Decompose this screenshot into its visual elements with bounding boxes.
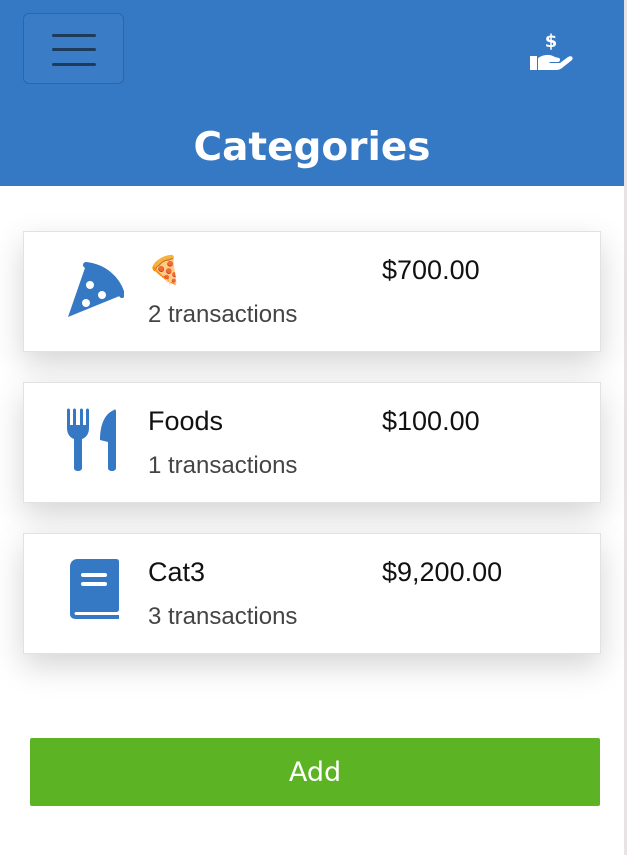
category-amount: $9,200.00 (382, 557, 503, 587)
category-card[interactable]: 🍕 $700.00 2 transactions (23, 231, 601, 352)
category-amount: $700.00 (382, 255, 480, 285)
category-card[interactable]: Cat3 $9,200.00 3 transactions (23, 533, 601, 654)
transaction-count: 3 transactions (148, 603, 298, 630)
hand-dollar-icon: $ (530, 31, 573, 70)
app-header: $ Categories (0, 0, 624, 186)
svg-text:$: $ (545, 31, 558, 52)
utensils-icon (67, 408, 116, 471)
category-name: Cat3 (148, 557, 206, 587)
book-icon (70, 559, 119, 619)
menu-button[interactable] (23, 13, 124, 84)
category-amount: $100.00 (382, 406, 480, 436)
transaction-count: 2 transactions (148, 301, 298, 328)
add-button[interactable]: Add (30, 738, 600, 806)
transaction-count: 1 transactions (148, 452, 298, 479)
category-card[interactable]: Foods $100.00 1 transactions (23, 382, 601, 503)
category-name: Foods (148, 406, 224, 436)
pizza-icon (68, 262, 124, 317)
page-title: Categories (193, 125, 431, 170)
category-name: 🍕 (148, 255, 182, 285)
